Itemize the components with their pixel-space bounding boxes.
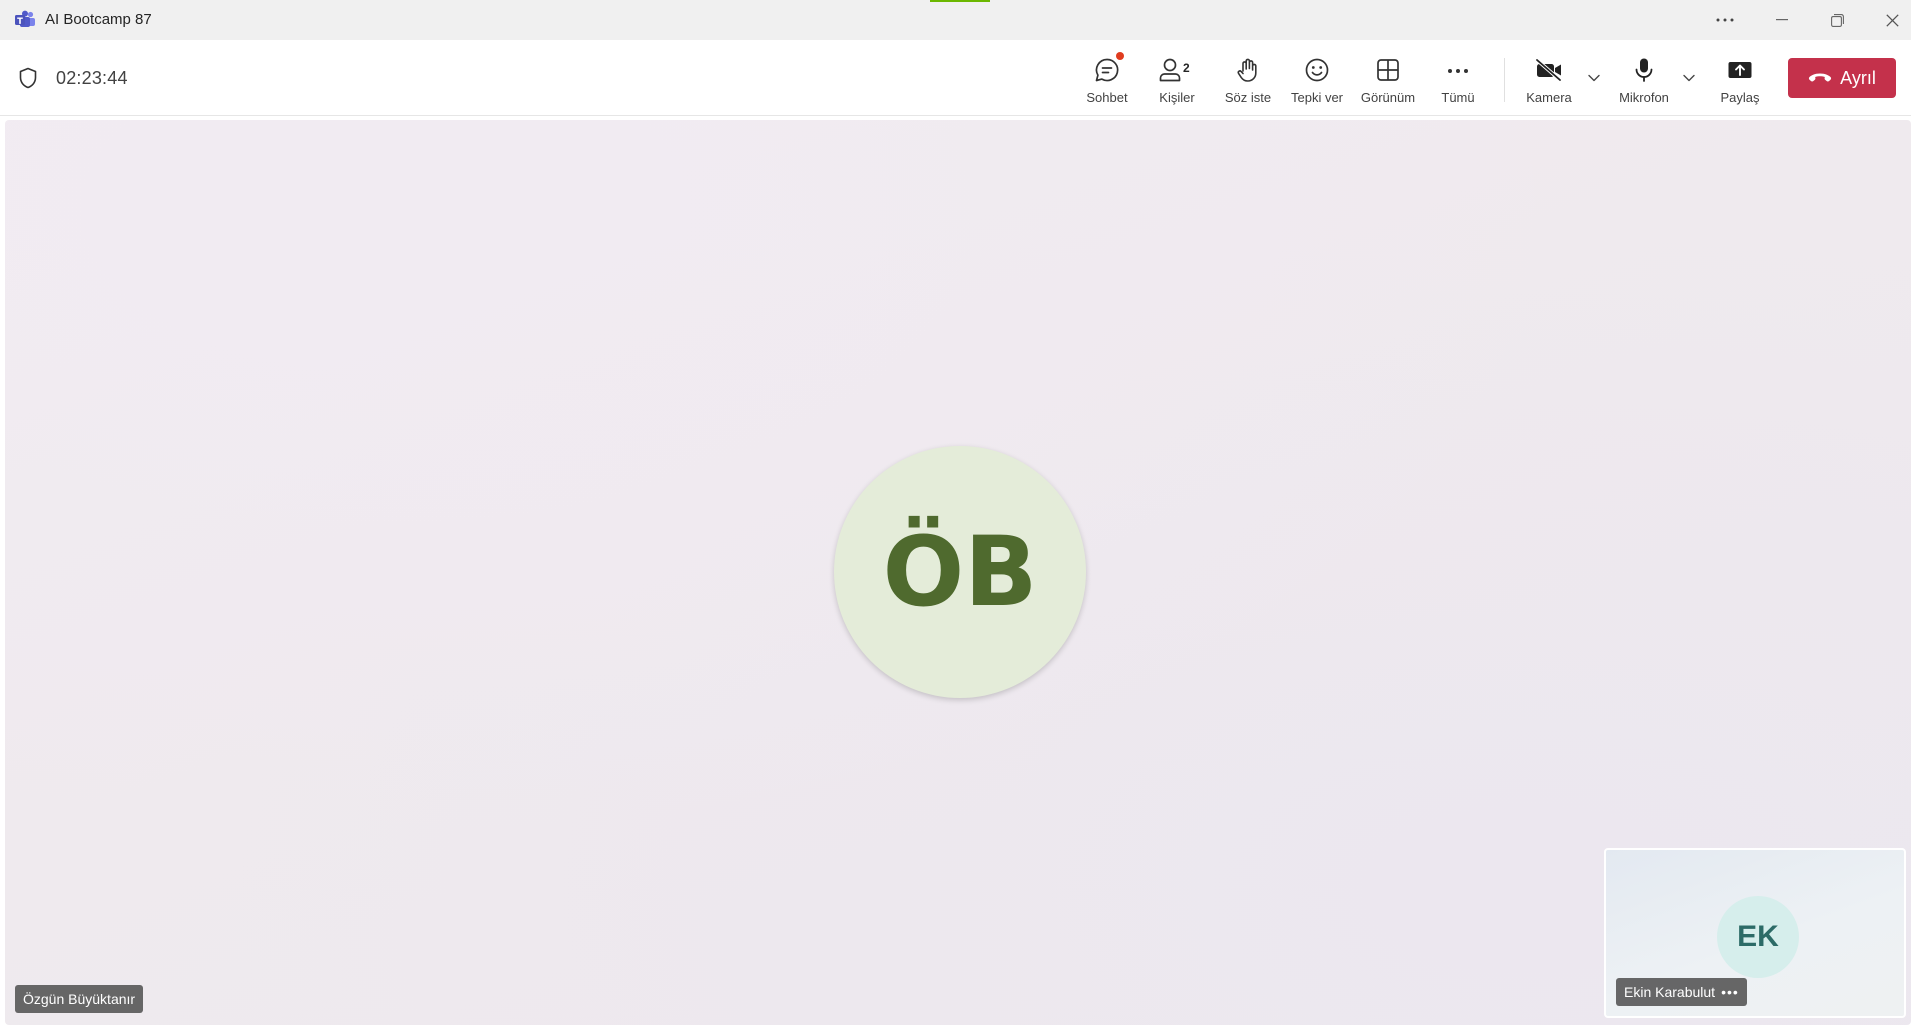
leave-button[interactable]: Ayrıl xyxy=(1788,58,1896,98)
hang-up-icon xyxy=(1809,73,1832,82)
meeting-timer: 02:23:44 xyxy=(56,68,128,88)
self-view-tile[interactable]: EK Ekin Karabulut ••• xyxy=(1604,848,1906,1018)
mic-button[interactable]: Mikrofon xyxy=(1611,50,1677,110)
more-button[interactable]: Tümü xyxy=(1425,50,1491,110)
chat-icon xyxy=(1095,58,1119,82)
more-horizontal-icon xyxy=(1716,18,1734,22)
shield-icon[interactable] xyxy=(18,67,38,89)
self-name-tag: Ekin Karabulut ••• xyxy=(1616,978,1747,1006)
minimize-icon xyxy=(1776,19,1788,21)
hand-icon xyxy=(1237,58,1257,82)
window-title: AI Bootcamp 87 xyxy=(45,11,152,28)
close-button[interactable] xyxy=(1869,0,1911,40)
react-button[interactable]: Tepki ver xyxy=(1284,50,1350,110)
raise-hand-button[interactable]: Söz iste xyxy=(1215,50,1281,110)
people-button[interactable]: 2 Kişiler xyxy=(1144,50,1210,110)
microphone-icon xyxy=(1635,58,1653,82)
camera-label: Kamera xyxy=(1526,90,1572,105)
restore-button[interactable] xyxy=(1814,0,1860,40)
more-horizontal-icon xyxy=(1448,69,1468,73)
share-screen-icon xyxy=(1728,62,1752,78)
self-view-more-button[interactable]: ••• xyxy=(1721,984,1739,1000)
window-more-button[interactable] xyxy=(1702,0,1748,40)
camera-options-button[interactable] xyxy=(1584,68,1604,88)
chat-label: Sohbet xyxy=(1086,90,1128,105)
notification-dot xyxy=(1116,52,1124,60)
teams-logo-icon xyxy=(14,10,36,30)
view-label: Görünüm xyxy=(1360,90,1416,105)
title-bar: AI Bootcamp 87 xyxy=(0,0,1911,40)
people-icon xyxy=(1159,58,1181,82)
chevron-down-icon xyxy=(1588,74,1600,82)
mic-label: Mikrofon xyxy=(1619,90,1669,105)
toolbar-divider xyxy=(1504,58,1505,102)
grid-view-icon xyxy=(1377,59,1399,81)
camera-button[interactable]: Kamera xyxy=(1516,50,1582,110)
share-button[interactable]: Paylaş xyxy=(1707,50,1773,110)
minimize-button[interactable] xyxy=(1759,0,1805,40)
restore-icon xyxy=(1830,13,1844,27)
participant-name-tag: Özgün Büyüktanır xyxy=(15,985,144,1013)
participant-count: 2 xyxy=(1183,61,1190,75)
emoji-icon xyxy=(1305,58,1329,82)
view-button[interactable]: Görünüm xyxy=(1355,50,1421,110)
share-label: Paylaş xyxy=(1720,90,1760,105)
avatar-initials: ÖB xyxy=(882,516,1038,628)
participant-avatar[interactable]: ÖB xyxy=(834,446,1086,698)
self-avatar-initials: EK xyxy=(1737,920,1779,953)
mic-options-button[interactable] xyxy=(1679,68,1699,88)
self-avatar: EK xyxy=(1717,896,1799,978)
chat-button[interactable]: Sohbet xyxy=(1074,50,1140,110)
close-icon xyxy=(1885,13,1899,27)
people-label: Kişiler xyxy=(1159,90,1195,105)
leave-label: Ayrıl xyxy=(1840,67,1876,88)
meeting-toolbar: 02:23:44 Sohbet 2 Kişiler Söz iste Tepki… xyxy=(0,40,1911,116)
react-label: Tepki ver xyxy=(1290,90,1344,105)
camera-off-icon xyxy=(1535,58,1562,82)
chevron-down-icon xyxy=(1683,74,1695,82)
window-accent-bar xyxy=(930,0,990,2)
self-name: Ekin Karabulut xyxy=(1624,984,1716,1000)
raise-hand-label: Söz iste xyxy=(1224,90,1272,105)
more-label: Tümü xyxy=(1441,90,1475,105)
